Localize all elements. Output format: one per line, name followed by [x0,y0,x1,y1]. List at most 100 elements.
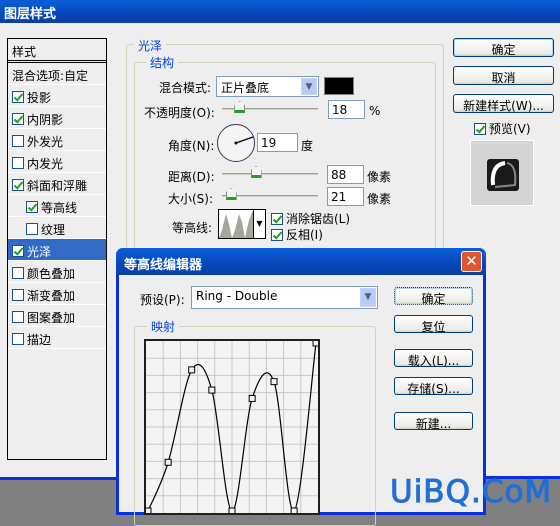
curve-plot[interactable] [144,339,320,515]
angle-input[interactable]: 19 [257,133,298,152]
sidebar-item[interactable]: 等高线 [8,195,106,217]
checkbox-box[interactable] [12,91,24,103]
contour-thumbnail[interactable] [218,209,254,239]
satin-group-title: 光泽 [134,37,167,54]
curve-control-point[interactable] [208,386,216,394]
style-preview [470,140,534,206]
sidebar-item-blend-options[interactable]: 混合选项:自定 [8,63,106,85]
distance-unit: 像素 [367,170,392,184]
curve-control-point[interactable] [312,339,320,347]
checkbox-box[interactable] [26,201,38,213]
color-swatch[interactable] [324,77,354,95]
preset-label: 预设(P): [140,293,185,307]
blend-mode-select[interactable]: 正片叠底 ▼ [216,76,319,97]
cancel-button[interactable]: 取消 [453,66,554,85]
dialog-ok-button[interactable]: 确定 [394,287,473,306]
size-unit: 像素 [367,192,392,206]
watermark-text: UiBQ.CoM [389,474,553,511]
checkbox-box[interactable] [12,245,24,257]
preset-value: Ring - Double [196,289,278,303]
angle-label: 角度(N): [168,139,215,153]
sidebar-item[interactable]: 颜色叠加 [8,261,106,283]
sidebar-item[interactable]: 投影 [8,85,106,107]
sidebar-item-label: 描边 [27,332,52,347]
mapping-group-title: 映射 [147,318,180,335]
sidebar-item-label: 等高线 [41,200,78,215]
opacity-input[interactable]: 18 [328,100,365,119]
opacity-label: 不透明度(O): [144,106,215,120]
chevron-down-icon: ▼ [301,78,317,95]
sidebar-item-label: 颜色叠加 [27,266,76,281]
blend-mode-value: 正片叠底 [221,81,270,95]
checkbox-box[interactable] [12,113,24,125]
window-titlebar[interactable]: 图层样式 [0,0,560,23]
checkbox-box [474,122,486,135]
checkbox-box[interactable] [12,157,24,169]
angle-needle-icon [234,136,254,145]
opacity-unit: % [369,104,381,118]
load-button[interactable]: 载入(L)... [394,349,473,368]
sidebar-item-label: 内发光 [27,156,64,171]
contour-label: 等高线: [172,221,213,235]
angle-unit: 度 [301,139,314,153]
new-style-button[interactable]: 新建样式(W)... [453,94,554,113]
sidebar-item-label: 混合选项:自定 [12,68,89,83]
distance-slider-track[interactable] [222,173,318,175]
curve-control-point[interactable] [248,394,256,402]
sidebar-item[interactable]: 光泽 [8,239,106,261]
curve-control-point[interactable] [188,366,196,374]
sidebar-item[interactable]: 内发光 [8,151,106,173]
curve-control-point[interactable] [228,507,236,515]
chevron-down-icon: ▼ [360,288,376,307]
checkbox-box[interactable] [12,267,24,279]
antialias-label: 消除锯齿(L) [286,212,351,226]
checkbox-box[interactable] [12,333,24,345]
preview-label: 预览(V) [489,122,531,136]
sidebar-item-label: 图案叠加 [27,310,76,325]
checkbox-box[interactable] [12,311,24,323]
sidebar-item[interactable]: 外发光 [8,129,106,151]
dialog-titlebar[interactable]: 等高线编辑器 [116,248,486,275]
distance-label: 距离(D): [168,170,215,184]
save-button[interactable]: 存储(S)... [394,377,473,396]
angle-dial[interactable] [217,124,255,162]
sidebar-header[interactable]: 样式 [8,39,106,63]
contour-curve-graph[interactable] [144,339,320,515]
styles-sidebar: 样式 混合选项:自定 投影内阴影外发光内发光斜面和浮雕等高线纹理 光泽颜色叠加渐变… [7,38,107,460]
sidebar-item[interactable]: 内阴影 [8,107,106,129]
window-title: 图层样式 [4,7,57,22]
ok-button[interactable]: 确定 [453,38,554,57]
invert-checkbox[interactable]: 反相(I) [271,226,323,243]
sidebar-item[interactable]: 斜面和浮雕 [8,173,106,195]
curve-control-point[interactable] [290,507,298,515]
background-area [0,477,116,515]
curve-control-point[interactable] [164,458,172,466]
dialog-title: 等高线编辑器 [124,258,203,273]
distance-input[interactable]: 88 [327,165,364,184]
preview-checkbox[interactable]: 预览(V) [474,120,531,137]
sidebar-item[interactable]: 描边 [8,327,106,349]
sidebar-item-label: 内阴影 [27,112,64,127]
preset-select[interactable]: Ring - Double ▼ [191,286,378,309]
contour-dropdown-button[interactable]: ▼ [254,209,266,239]
sidebar-item[interactable]: 渐变叠加 [8,283,106,305]
sidebar-item-label: 渐变叠加 [27,288,76,303]
checkbox-box[interactable] [12,135,24,147]
size-input[interactable]: 21 [327,187,364,206]
sidebar-item[interactable]: 图案叠加 [8,305,106,327]
curve-control-point[interactable] [270,378,278,386]
sidebar-item-label: 投影 [27,90,52,105]
layer-style-window: 图层样式 样式 混合选项:自定 投影 内阴影 外发光 内发光 斜面和浮雕 等高线 纹理 光泽颜… [0,0,560,526]
curve-control-point[interactable] [144,507,152,515]
antialias-checkbox[interactable]: 消除锯齿(L) [271,210,350,227]
checkbox-box[interactable] [12,289,24,301]
checkbox-box[interactable] [12,179,24,191]
sidebar-item[interactable]: 纹理 [8,217,106,239]
checkbox-box [271,228,283,241]
invert-label: 反相(I) [286,228,323,242]
close-icon[interactable]: ✕ [461,251,482,272]
checkbox-box[interactable] [26,223,38,235]
reset-button[interactable]: 复位 [394,315,473,334]
new-button[interactable]: 新建... [394,412,473,431]
chevron-down-icon: ▼ [256,219,263,228]
